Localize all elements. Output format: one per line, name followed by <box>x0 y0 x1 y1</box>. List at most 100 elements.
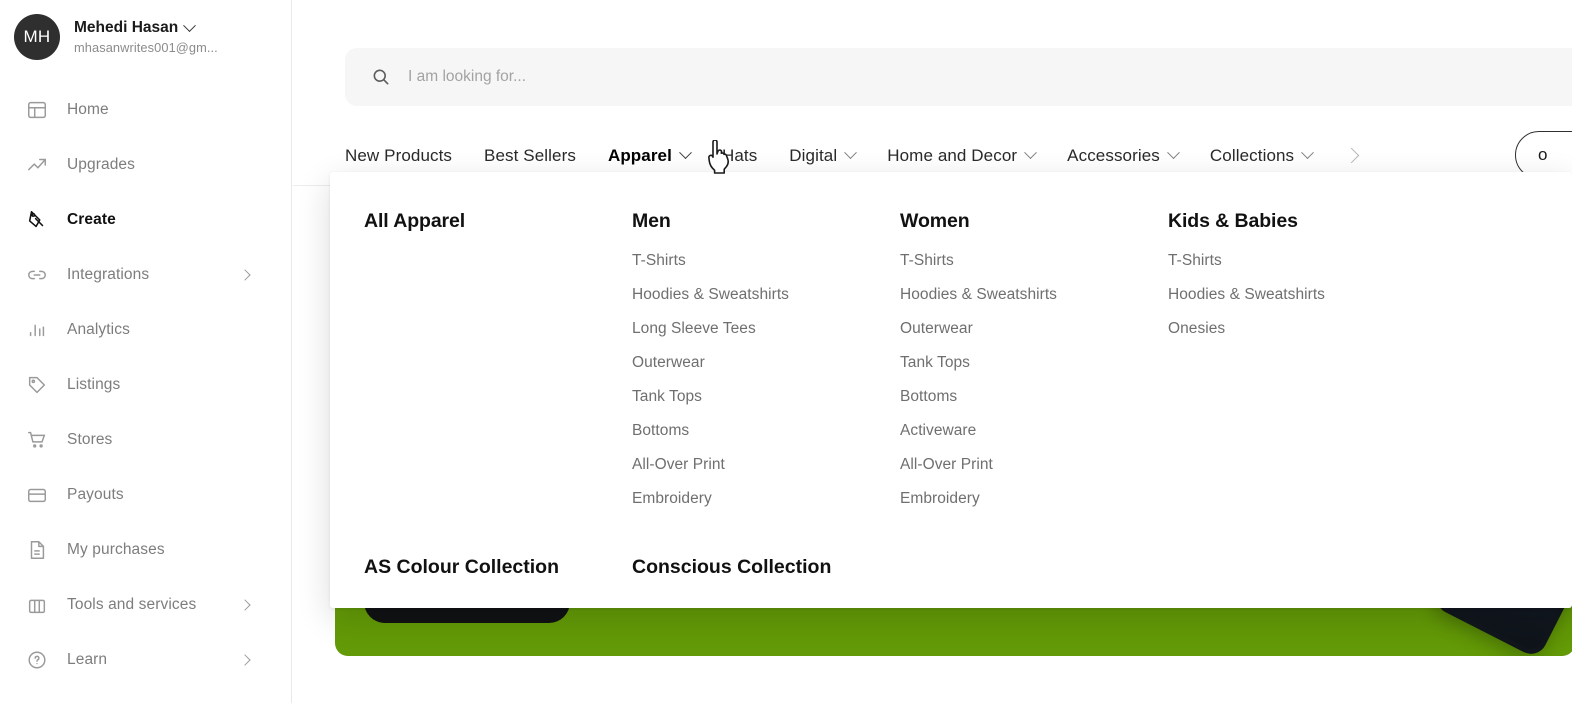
sidebar-user-profile[interactable]: MH Mehedi Hasan mhasanwrites001@gm... <box>0 0 291 60</box>
mega-link[interactable]: Onesies <box>1168 320 1390 338</box>
nav-pill-button-label: o <box>1538 145 1548 164</box>
mega-column-kids-and-babies: Kids & Babies T-Shirts Hoodies & Sweatsh… <box>1168 210 1390 524</box>
nav-item-hats[interactable]: Hats <box>722 146 757 166</box>
nav-item-best-sellers[interactable]: Best Sellers <box>484 146 576 166</box>
nav-item-digital[interactable]: Digital <box>789 145 858 166</box>
sidebar-item-my-purchases[interactable]: My purchases <box>0 522 291 577</box>
mega-collection-conscious[interactable]: Conscious Collection <box>632 556 831 579</box>
mega-link[interactable]: Hoodies & Sweatshirts <box>900 286 1168 304</box>
nav-item-new-products[interactable]: New Products <box>345 146 452 166</box>
nav-item-label: Apparel <box>607 145 672 165</box>
mega-link[interactable]: Embroidery <box>632 490 900 508</box>
mega-link[interactable]: Tank Tops <box>632 388 900 406</box>
nav-item-label: Accessories <box>1067 145 1160 165</box>
chevron-down-icon <box>844 146 858 160</box>
search-input[interactable] <box>408 68 1108 86</box>
briefcase-icon <box>22 590 52 620</box>
user-name-row: Mehedi Hasan <box>74 18 218 37</box>
sidebar-item-create[interactable]: Create <box>0 192 291 247</box>
cart-icon <box>22 425 52 455</box>
mega-link[interactable]: Hoodies & Sweatshirts <box>1168 286 1390 304</box>
nav-item-label: Best Sellers <box>484 145 576 165</box>
nav-item-label: Digital <box>789 145 838 165</box>
sidebar-item-analytics[interactable]: Analytics <box>0 302 291 357</box>
mega-link-list: T-Shirts Hoodies & Sweatshirts Onesies <box>1168 252 1390 338</box>
sidebar-item-label: Integrations <box>67 265 150 283</box>
mega-link[interactable]: Long Sleeve Tees <box>632 320 900 338</box>
mega-column-women: Women T-Shirts Hoodies & Sweatshirts Out… <box>900 210 1168 524</box>
nav-item-label: New Products <box>345 145 453 165</box>
card-icon <box>22 480 52 510</box>
chevron-down-icon <box>1024 146 1038 160</box>
nav-item-collections[interactable]: Collections <box>1209 145 1315 166</box>
mega-link[interactable]: Hoodies & Sweatshirts <box>632 286 900 304</box>
document-icon <box>22 535 52 565</box>
mega-link[interactable]: Tank Tops <box>900 354 1168 372</box>
chevron-down-icon <box>679 146 692 160</box>
apparel-mega-menu: All Apparel Men T-Shirts Hoodies & Sweat… <box>330 172 1572 608</box>
user-email: mhasanwrites001@gm... <box>74 39 218 55</box>
chevron-right-icon[interactable] <box>239 268 251 281</box>
mega-link[interactable]: Bottoms <box>632 422 900 440</box>
chevron-down-icon <box>1167 146 1180 160</box>
chevron-right-icon[interactable] <box>1343 147 1360 164</box>
mega-collection-as-colour[interactable]: AS Colour Collection <box>364 556 632 579</box>
nav-item-accessories[interactable]: Accessories <box>1067 145 1180 166</box>
sidebar-item-label: Analytics <box>67 320 130 338</box>
sidebar-item-label: Tools and services <box>67 595 197 613</box>
nav-item-label: Collections <box>1209 145 1295 165</box>
search-icon <box>371 67 391 87</box>
bar-chart-icon <box>22 315 52 345</box>
nav-item-label: Hats <box>721 145 758 165</box>
sidebar-item-payouts[interactable]: Payouts <box>0 467 291 522</box>
mega-link[interactable]: Outerwear <box>900 320 1168 338</box>
sidebar-item-label: Stores <box>67 430 113 448</box>
sidebar-item-listings[interactable]: Listings <box>0 357 291 412</box>
pen-tool-icon <box>22 205 52 235</box>
mega-link[interactable]: All-Over Print <box>632 456 900 474</box>
link-icon <box>22 260 52 290</box>
mega-link[interactable]: Outerwear <box>632 354 900 372</box>
nav-item-apparel[interactable]: Apparel <box>607 145 692 166</box>
mega-link[interactable]: T-Shirts <box>632 252 900 270</box>
mega-column-title[interactable]: Men <box>632 210 900 233</box>
mega-link[interactable]: Activeware <box>900 422 1168 440</box>
sidebar-item-upgrades[interactable]: Upgrades <box>0 137 291 192</box>
search-bar[interactable] <box>345 48 1572 106</box>
nav-item-label: Home and Decor <box>887 145 1018 165</box>
search-area <box>293 0 1572 106</box>
sidebar-item-learn[interactable]: Learn <box>0 632 291 687</box>
mega-column-title[interactable]: All Apparel <box>364 210 632 233</box>
sidebar-item-stores[interactable]: Stores <box>0 412 291 467</box>
mega-link[interactable]: Embroidery <box>900 490 1168 508</box>
chevron-down-icon[interactable] <box>183 18 197 32</box>
chevron-right-icon[interactable] <box>239 598 251 611</box>
mega-link[interactable]: All-Over Print <box>900 456 1168 474</box>
sidebar-nav: Home Upgrades Create Integrations Analyt… <box>0 82 291 687</box>
nav-item-home-and-decor[interactable]: Home and Decor <box>887 145 1038 166</box>
home-icon <box>22 95 52 125</box>
mega-link[interactable]: T-Shirts <box>900 252 1168 270</box>
mega-column-title[interactable]: Women <box>900 210 1168 233</box>
mega-link[interactable]: T-Shirts <box>1168 252 1390 270</box>
sidebar-item-label: Learn <box>67 650 108 668</box>
sidebar-item-home[interactable]: Home <box>0 82 291 137</box>
avatar: MH <box>14 14 60 60</box>
sidebar-item-label: My purchases <box>67 540 165 558</box>
mega-collections-row: AS Colour Collection Conscious Collectio… <box>364 556 1572 579</box>
app-root: MH Mehedi Hasan mhasanwrites001@gm... Ho… <box>0 0 1572 703</box>
sidebar-item-label: Create <box>67 210 116 228</box>
sidebar-item-integrations[interactable]: Integrations <box>0 247 291 302</box>
chevron-right-icon[interactable] <box>239 653 251 666</box>
sidebar-item-label: Payouts <box>67 485 124 503</box>
sidebar-item-label: Home <box>67 100 109 118</box>
mega-column-title[interactable]: Kids & Babies <box>1168 210 1390 233</box>
sidebar-item-label: Listings <box>67 375 121 393</box>
sidebar: MH Mehedi Hasan mhasanwrites001@gm... Ho… <box>0 0 292 703</box>
sidebar-item-tools-and-services[interactable]: Tools and services <box>0 577 291 632</box>
mega-column-men: Men T-Shirts Hoodies & Sweatshirts Long … <box>632 210 900 524</box>
user-name: Mehedi Hasan <box>74 19 179 37</box>
mega-link[interactable]: Bottoms <box>900 388 1168 406</box>
question-icon <box>22 645 52 675</box>
sidebar-item-label: Upgrades <box>67 155 136 173</box>
